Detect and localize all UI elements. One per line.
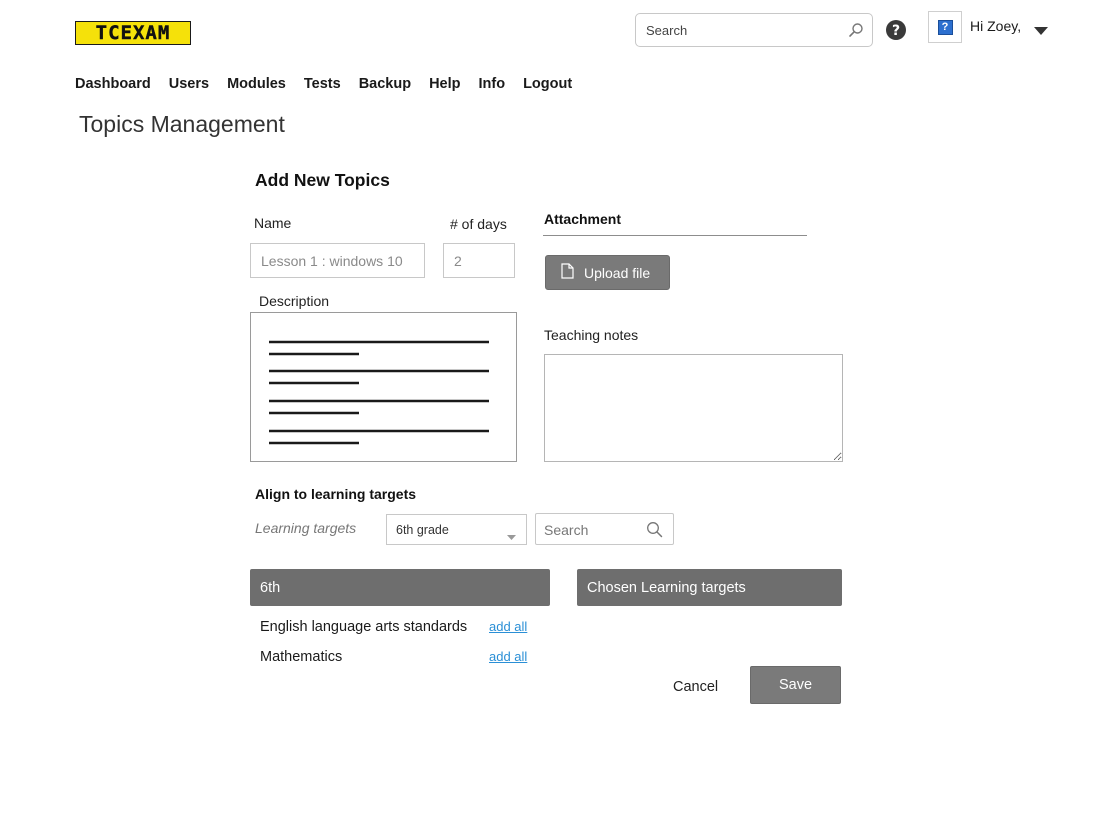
chosen-targets-header: Chosen Learning targets: [577, 569, 842, 606]
teaching-notes-field[interactable]: [544, 354, 843, 462]
upload-file-label: Upload file: [584, 264, 651, 281]
chosen-panel-title: Chosen Learning targets: [587, 579, 746, 596]
days-label: # of days: [450, 216, 507, 232]
user-greeting[interactable]: Hi Zoey,: [970, 18, 1021, 34]
description-label: Description: [259, 293, 330, 309]
search-icon[interactable]: [848, 22, 864, 43]
attachment-divider: [543, 235, 807, 236]
save-button[interactable]: Save: [750, 666, 841, 704]
question-mark-icon: ?: [937, 19, 953, 35]
grade-select[interactable]: 6th grade: [386, 514, 527, 545]
chevron-down-icon[interactable]: [1034, 23, 1048, 41]
search-icon[interactable]: [646, 521, 663, 543]
targets-search[interactable]: [535, 513, 674, 545]
list-item: Mathematics: [260, 649, 343, 665]
main-nav: Dashboard Users Modules Tests Backup Hel…: [75, 76, 572, 92]
file-icon: [561, 263, 574, 282]
nav-info[interactable]: Info: [479, 76, 506, 92]
name-field[interactable]: [250, 243, 425, 278]
grade-select-value: 6th grade: [396, 522, 449, 537]
add-all-link[interactable]: add all: [489, 619, 527, 634]
tcexam-logo[interactable]: TCEXAM: [75, 21, 191, 45]
text-placeholder-lines: [269, 340, 489, 445]
caret-down-icon: [507, 529, 516, 543]
nav-users[interactable]: Users: [169, 76, 209, 92]
nav-tests[interactable]: Tests: [304, 76, 341, 92]
nav-modules[interactable]: Modules: [227, 76, 286, 92]
user-avatar[interactable]: ?: [928, 11, 962, 43]
header-search[interactable]: [635, 13, 873, 47]
attachment-title: Attachment: [544, 211, 622, 227]
list-item: English language arts standards: [260, 619, 468, 635]
grade-panel-header: 6th: [250, 569, 550, 606]
add-all-link[interactable]: add all: [489, 649, 527, 664]
nav-help[interactable]: Help: [429, 76, 460, 92]
page-title: Topics Management: [79, 111, 285, 137]
description-editor[interactable]: [250, 312, 517, 462]
nav-dashboard[interactable]: Dashboard: [75, 76, 151, 92]
section-title: Add New Topics: [255, 170, 390, 190]
logo-text: TCEXAM: [95, 22, 171, 44]
upload-file-button[interactable]: Upload file: [545, 255, 670, 290]
align-targets-title: Align to learning targets: [255, 486, 417, 502]
grade-panel-title: 6th: [260, 579, 281, 596]
nav-logout[interactable]: Logout: [523, 76, 572, 92]
cancel-button[interactable]: Cancel: [673, 679, 718, 695]
header-search-input[interactable]: [646, 20, 836, 40]
name-label: Name: [254, 215, 292, 231]
nav-backup[interactable]: Backup: [359, 76, 411, 92]
teaching-notes-label: Teaching notes: [544, 327, 639, 343]
help-icon[interactable]: ?: [885, 19, 907, 46]
svg-text:?: ?: [892, 23, 900, 39]
targets-search-input[interactable]: [544, 520, 644, 540]
learning-targets-label: Learning targets: [255, 520, 357, 536]
days-field[interactable]: [443, 243, 515, 278]
